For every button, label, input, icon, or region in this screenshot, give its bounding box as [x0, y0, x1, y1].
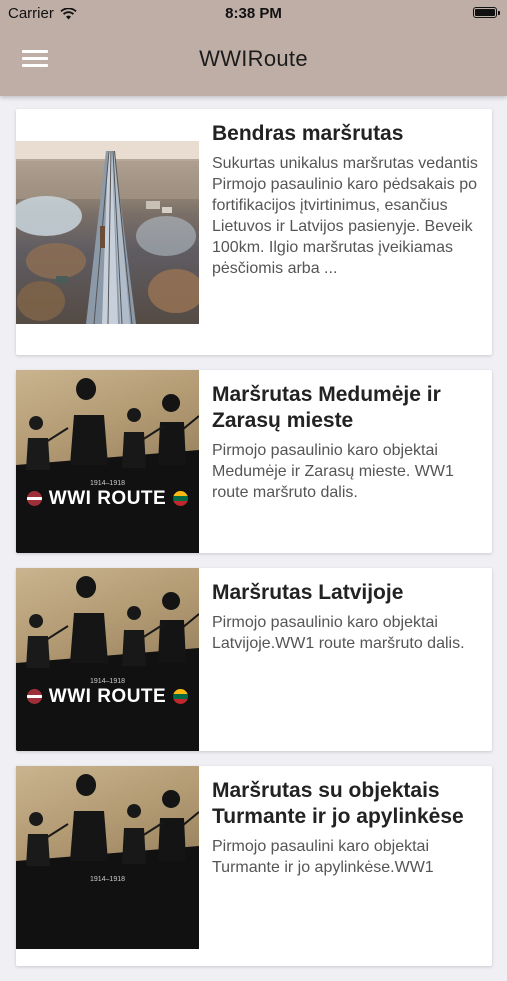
- route-card-medumeje-zarasai[interactable]: 1914–1918 WWI ROUTE Maršrutas Medumėje i…: [16, 370, 492, 553]
- railway-aerial-photo: [16, 141, 199, 324]
- route-card-body: Maršrutas Medumėje ir Zarasų mieste Pirm…: [199, 370, 492, 553]
- status-time: 8:38 PM: [225, 5, 282, 22]
- route-title: Maršrutas Medumėje ir Zarasų mieste: [212, 383, 441, 432]
- route-title: Maršrutas Latvijoje: [212, 581, 404, 604]
- poster-logo-text: WWI ROUTE: [48, 488, 167, 509]
- route-thumbnail: [16, 109, 199, 355]
- route-thumbnail: 1914–1918 WWI ROUTE: [16, 568, 199, 751]
- route-card-turmantas[interactable]: 1914–1918 Maršrutas su objektais Turmant…: [16, 766, 492, 966]
- route-list: Bendras maršrutas Sukurtas unikalus marš…: [16, 109, 492, 981]
- latvia-flag-icon: [26, 689, 42, 704]
- route-thumbnail: 1914–1918 WWI ROUTE: [16, 370, 199, 553]
- route-card-body: Bendras maršrutas Sukurtas unikalus marš…: [199, 109, 492, 355]
- wwi-route-poster: 1914–1918 WWI ROUTE: [16, 370, 199, 553]
- poster-logo-text: WWI ROUTE: [48, 686, 167, 707]
- lithuania-flag-icon: [173, 491, 189, 506]
- poster-logo: WWI ROUTE: [16, 488, 199, 510]
- lithuania-flag-icon: [173, 689, 189, 704]
- route-card-latvia[interactable]: 1914–1918 WWI ROUTE Maršrutas Latvijoje …: [16, 568, 492, 751]
- poster-logo: WWI ROUTE: [16, 686, 199, 708]
- poster-years: 1914–1918: [89, 678, 126, 685]
- route-card-body: Maršrutas Latvijoje Pirmojo pasaulinio k…: [199, 568, 492, 751]
- soldiers-silhouette-icon: [16, 774, 199, 949]
- poster-years: 1914–1918: [89, 480, 126, 487]
- wwi-route-poster: 1914–1918: [16, 766, 199, 949]
- poster-years: 1914–1918: [89, 876, 126, 883]
- route-card-body: Maršrutas su objektais Turmante ir jo ap…: [199, 766, 492, 966]
- battery-icon: [473, 7, 500, 18]
- page-title: WWIRoute: [199, 46, 308, 71]
- route-title: Bendras maršrutas: [212, 122, 404, 145]
- route-title: Maršrutas su objektais Turmante ir jo ap…: [212, 779, 464, 828]
- route-description: Pirmojo pasaulini karo objektai Turmante…: [212, 838, 434, 876]
- nav-bar: Carrier 8:38 PM WWIRoute: [0, 0, 507, 96]
- route-thumbnail: 1914–1918: [16, 766, 199, 966]
- soldiers-silhouette-icon: [16, 576, 199, 751]
- status-bar: Carrier 8:38 PM: [0, 0, 507, 28]
- route-description: Pirmojo pasaulinio karo objektai Medumėj…: [212, 442, 454, 501]
- route-card-general[interactable]: Bendras maršrutas Sukurtas unikalus marš…: [16, 109, 492, 355]
- soldiers-silhouette-icon: [16, 378, 199, 553]
- latvia-flag-icon: [26, 491, 42, 506]
- route-description: Sukurtas unikalus maršrutas vedantis Pir…: [212, 155, 478, 277]
- wwi-route-poster: 1914–1918 WWI ROUTE: [16, 568, 199, 751]
- route-description: Pirmojo pasaulinio karo objektai Latvijo…: [212, 614, 465, 652]
